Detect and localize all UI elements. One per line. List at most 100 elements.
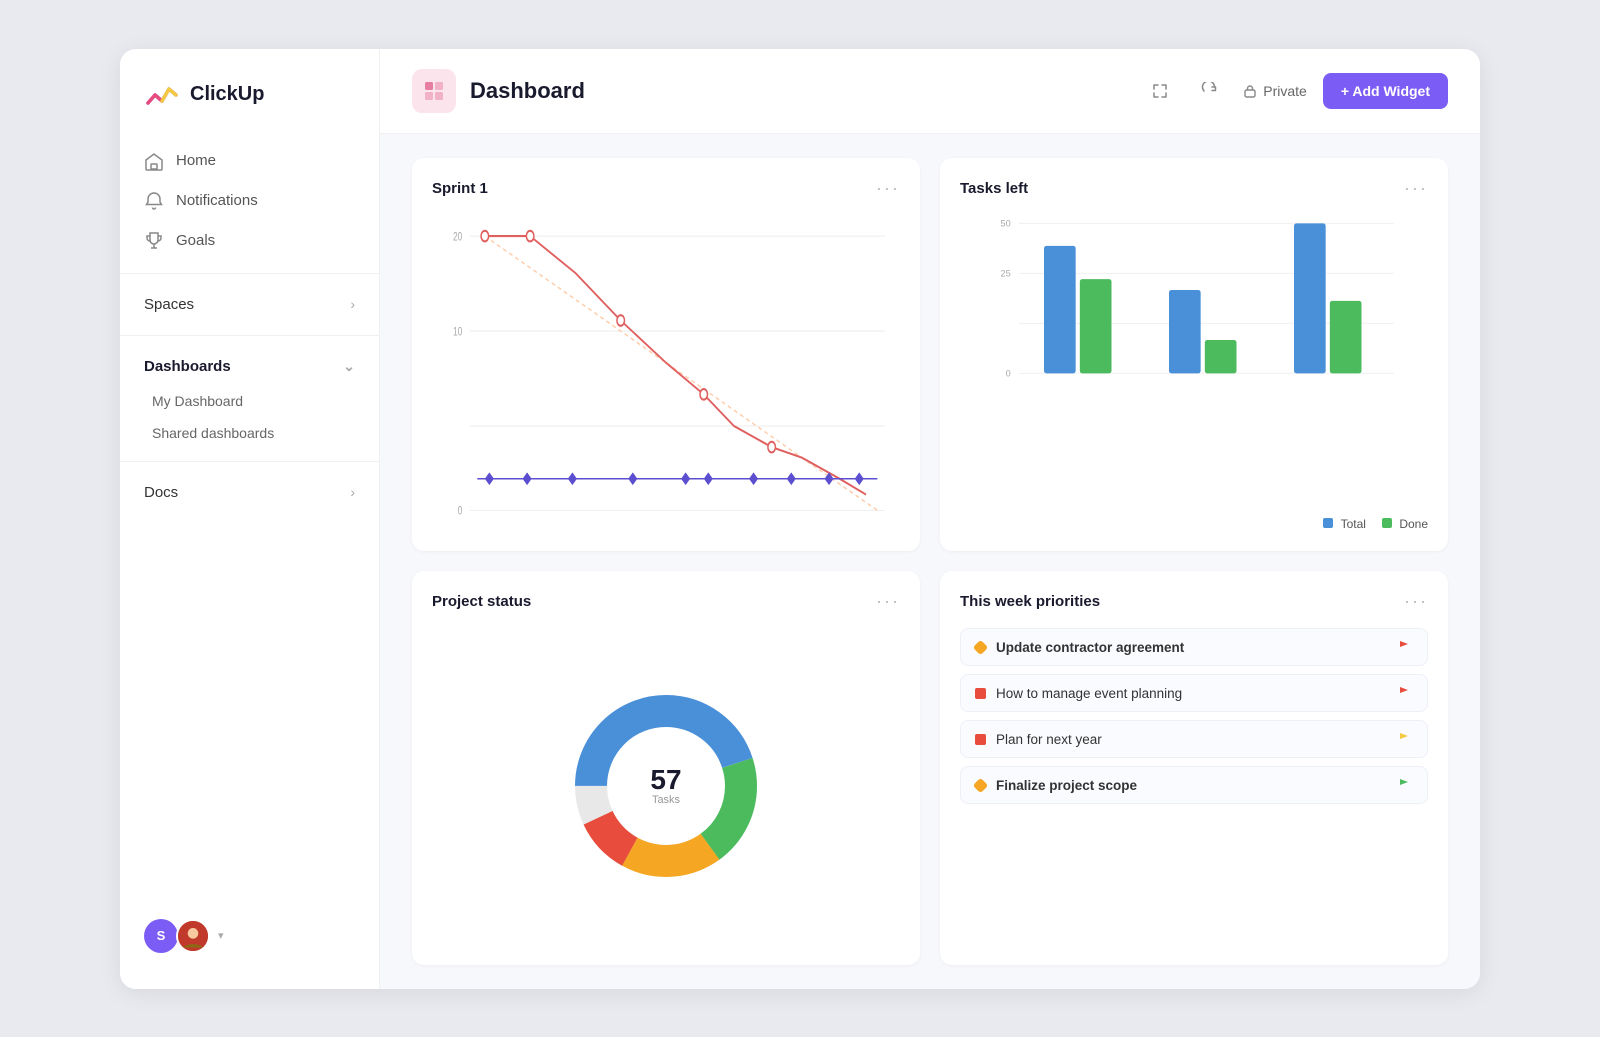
- sidebar-item-shared-dashboards[interactable]: Shared dashboards: [120, 417, 379, 449]
- add-widget-button[interactable]: + Add Widget: [1323, 73, 1448, 109]
- widget-sprint: Sprint 1 ··· 20 10 0: [412, 158, 920, 552]
- logo: ClickUp: [120, 77, 379, 141]
- my-dashboard-label: My Dashboard: [152, 393, 243, 409]
- sidebar-item-goals-label: Goals: [176, 232, 215, 249]
- widget-priorities: This week priorities ··· Update contract…: [940, 571, 1448, 965]
- svg-text:20: 20: [453, 231, 463, 244]
- spaces-label: Spaces: [144, 296, 194, 313]
- priority-dot-2: [975, 688, 986, 699]
- page-title: Dashboard: [470, 78, 1129, 104]
- widget-priorities-menu[interactable]: ···: [1404, 591, 1428, 612]
- widget-priorities-header: This week priorities ···: [960, 591, 1428, 612]
- priority-item-1: Update contractor agreement: [960, 628, 1428, 666]
- sidebar-bottom: S ▾: [120, 903, 379, 969]
- widget-tasks-left: Tasks left ··· 50 25 0: [940, 158, 1448, 552]
- logo-text: ClickUp: [190, 83, 264, 106]
- widget-project-status: Project status ···: [412, 571, 920, 965]
- clickup-logo-icon: [144, 77, 180, 113]
- priority-list: Update contractor agreement How to manag…: [960, 628, 1428, 945]
- dashboards-label: Dashboards: [144, 358, 231, 375]
- donut-center: 57 Tasks: [650, 766, 681, 806]
- private-label: Private: [1263, 83, 1307, 99]
- sidebar: ClickUp Home Notifications Goals: [120, 49, 380, 989]
- svg-text:25: 25: [1000, 268, 1010, 278]
- nav-divider-3: [120, 461, 379, 462]
- private-button[interactable]: Private: [1243, 83, 1307, 99]
- lock-icon: [1243, 84, 1257, 98]
- expand-icon: [1151, 82, 1169, 100]
- widget-tasks-left-menu[interactable]: ···: [1404, 178, 1428, 199]
- refresh-button[interactable]: [1193, 74, 1227, 108]
- dashboard-icon-bg: [412, 69, 456, 113]
- nav-divider-2: [120, 335, 379, 336]
- trophy-icon: [144, 231, 164, 251]
- donut-area: 57 Tasks: [432, 628, 900, 945]
- donut-number: 57: [650, 766, 681, 794]
- flag-icon-1: [1397, 639, 1413, 655]
- widget-sprint-title: Sprint 1: [432, 180, 488, 197]
- widget-project-status-menu[interactable]: ···: [876, 591, 900, 612]
- bar-chart-area: 50 25 0: [960, 215, 1428, 510]
- priority-dot-4: [973, 777, 989, 793]
- priority-item-4: Finalize project scope: [960, 766, 1428, 804]
- widget-tasks-left-header: Tasks left ···: [960, 178, 1428, 199]
- refresh-icon: [1201, 82, 1219, 100]
- flag-icon-4: [1397, 777, 1413, 793]
- spaces-chevron-icon: ›: [350, 296, 355, 312]
- dashboards-chevron-icon: ⌄: [343, 358, 355, 375]
- svg-text:10: 10: [453, 326, 463, 339]
- legend-total-dot: [1323, 518, 1333, 528]
- widget-project-status-title: Project status: [432, 593, 531, 610]
- svg-text:0: 0: [458, 505, 463, 518]
- app-container: ClickUp Home Notifications Goals: [120, 49, 1480, 989]
- sidebar-item-notifications[interactable]: Notifications: [120, 181, 379, 221]
- widget-sprint-header: Sprint 1 ···: [432, 178, 900, 199]
- priority-text-3: Plan for next year: [996, 732, 1387, 747]
- widget-sprint-menu[interactable]: ···: [876, 178, 900, 199]
- sidebar-section-dashboards[interactable]: Dashboards ⌄: [120, 348, 379, 385]
- donut-label: Tasks: [650, 794, 681, 806]
- priority-dot-3: [975, 734, 986, 745]
- avatar-j[interactable]: [176, 919, 210, 953]
- priority-item-2: How to manage event planning: [960, 674, 1428, 712]
- flag-icon-3: [1397, 731, 1413, 747]
- legend-done: Done: [1382, 517, 1428, 531]
- priority-dot-1: [973, 639, 989, 655]
- widget-project-status-header: Project status ···: [432, 591, 900, 612]
- sidebar-item-home-label: Home: [176, 152, 216, 169]
- docs-chevron-icon: ›: [350, 484, 355, 500]
- user-menu-arrow[interactable]: ▾: [218, 929, 224, 942]
- shared-dashboards-label: Shared dashboards: [152, 425, 274, 441]
- main-content: Dashboard Private: [380, 49, 1480, 989]
- sprint-svg: 20 10 0: [432, 215, 900, 532]
- sidebar-item-notifications-label: Notifications: [176, 192, 258, 209]
- avatar-s[interactable]: S: [144, 919, 178, 953]
- sidebar-section-docs[interactable]: Docs ›: [120, 474, 379, 511]
- expand-button[interactable]: [1143, 74, 1177, 108]
- sidebar-item-my-dashboard[interactable]: My Dashboard: [120, 385, 379, 417]
- priority-text-1: Update contractor agreement: [996, 640, 1387, 655]
- home-icon: [144, 151, 164, 171]
- sprint-chart-area: 20 10 0: [432, 215, 900, 532]
- nav-divider-1: [120, 273, 379, 274]
- user-photo-icon: [178, 919, 208, 953]
- priority-text-2: How to manage event planning: [996, 686, 1387, 701]
- sidebar-section-spaces[interactable]: Spaces ›: [120, 286, 379, 323]
- dashboard-grid-icon: [422, 79, 446, 103]
- sidebar-item-home[interactable]: Home: [120, 141, 379, 181]
- flag-icon-2: [1397, 685, 1413, 701]
- legend-done-dot: [1382, 518, 1392, 528]
- sidebar-item-goals[interactable]: Goals: [120, 221, 379, 261]
- svg-text:50: 50: [1000, 218, 1010, 228]
- bar-chart-legend: Total Done: [960, 517, 1428, 531]
- svg-text:0: 0: [1006, 368, 1011, 378]
- priority-text-4: Finalize project scope: [996, 778, 1387, 793]
- docs-label: Docs: [144, 484, 178, 501]
- legend-total: Total: [1323, 517, 1365, 531]
- widget-tasks-left-title: Tasks left: [960, 180, 1028, 197]
- header: Dashboard Private: [380, 49, 1480, 134]
- priority-item-3: Plan for next year: [960, 720, 1428, 758]
- bar-chart-svg: 50 25 0: [960, 215, 1428, 415]
- widget-priorities-title: This week priorities: [960, 593, 1100, 610]
- header-actions: Private + Add Widget: [1143, 73, 1448, 109]
